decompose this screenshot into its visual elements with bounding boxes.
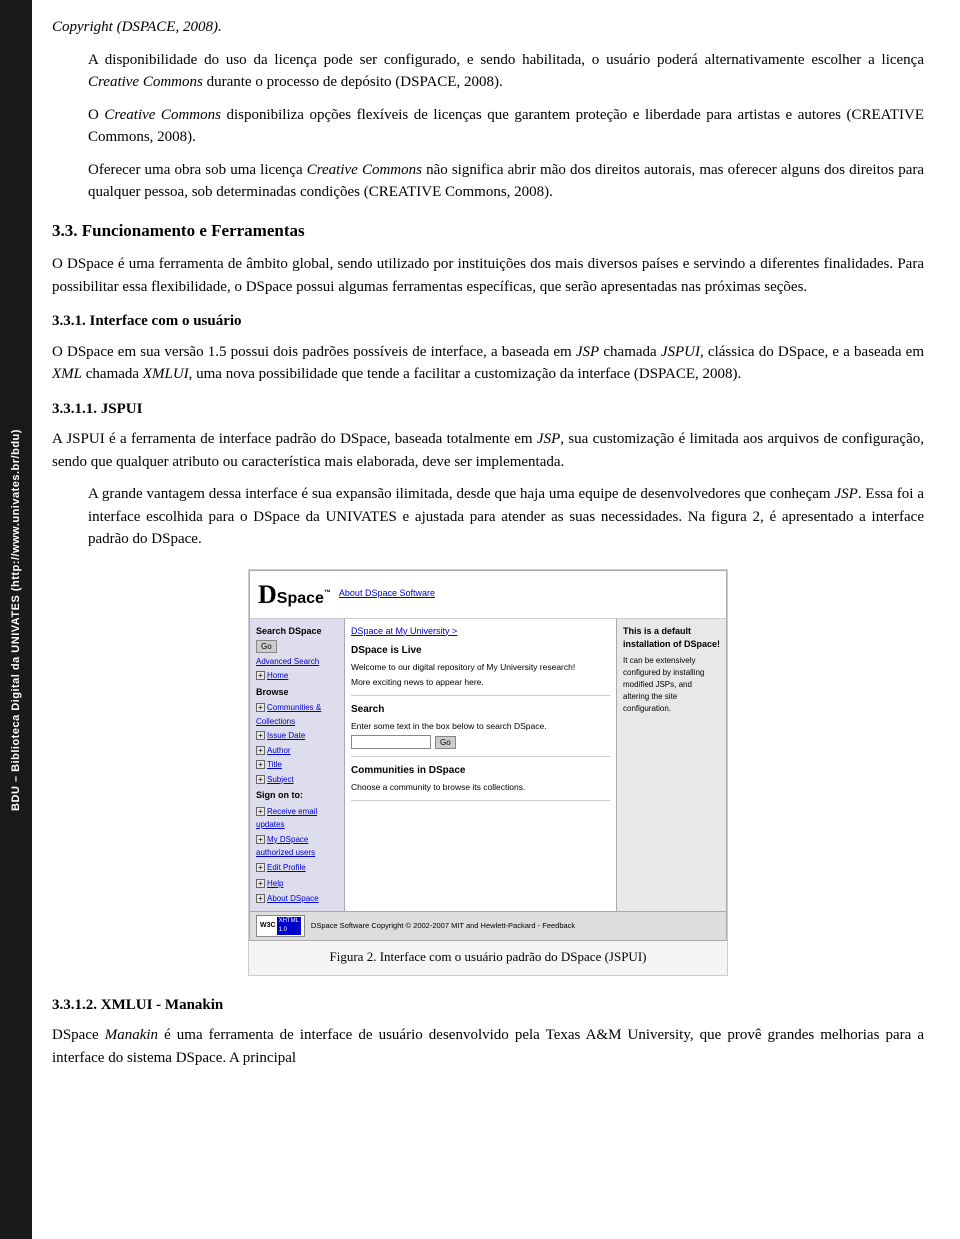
figure-2-container: DSpace™ About DSpace Software Search DSp… xyxy=(248,569,728,976)
issue-expand-icon[interactable]: + xyxy=(256,731,265,740)
subject-link[interactable]: Subject xyxy=(267,775,294,784)
dspace-left-sidebar: Search DSpace Go Advanced Search +Home B… xyxy=(250,619,345,912)
issue-link[interactable]: Issue Date xyxy=(267,731,305,740)
dspace-live-section: DSpace is Live Welcome to our digital re… xyxy=(351,643,610,696)
author-link[interactable]: Author xyxy=(267,746,291,755)
receive-link[interactable]: Receive email updates xyxy=(256,807,317,830)
subsection-paragraph-1: O DSpace em sua versão 1.5 possui dois p… xyxy=(52,341,924,386)
dspace-main-area: DSpace at My University > DSpace is Live… xyxy=(345,619,616,912)
sub3-heading: 3.3.1.2. XMLUI - Manakin xyxy=(52,994,924,1017)
dspace-live-title: DSpace is Live xyxy=(351,643,610,658)
about-expand-icon[interactable]: + xyxy=(256,894,265,903)
sidebar-strip: BDU – Biblioteca Digital da UNIVATES (ht… xyxy=(0,0,32,1239)
paragraph-2: O Creative Commons disponibiliza opções … xyxy=(88,104,924,149)
author-expand-icon[interactable]: + xyxy=(256,746,265,755)
dspace-ui-screenshot: DSpace™ About DSpace Software Search DSp… xyxy=(249,570,727,942)
search-input[interactable] xyxy=(351,735,431,749)
dspace-header: DSpace™ About DSpace Software xyxy=(250,571,726,619)
paragraph-1: A disponibilidade do uso da licença pode… xyxy=(88,49,924,94)
wsc-text: W3C xyxy=(260,921,276,932)
copyright-line: Copyright (DSPACE, 2008). xyxy=(52,16,924,39)
search-dspace-label: Search DSpace xyxy=(256,625,338,639)
sub2-heading: 3.3.1.1. JSPUI xyxy=(52,398,924,421)
section-heading: 3.3. Funcionamento e Ferramentas xyxy=(52,218,924,244)
home-expand-icon[interactable]: + xyxy=(256,671,265,680)
help-link[interactable]: Help xyxy=(267,879,283,888)
logo-tm: ™ xyxy=(324,589,331,596)
dspace-logo: DSpace™ xyxy=(258,575,331,614)
dspace-communities-section: Communities in DSpace Choose a community… xyxy=(351,763,610,801)
receive-expand-icon[interactable]: + xyxy=(256,807,265,816)
dspace-search-section: Search Enter some text in the box below … xyxy=(351,702,610,758)
communities-expand-icon[interactable]: + xyxy=(256,703,265,712)
sidebar-label: BDU – Biblioteca Digital da UNIVATES (ht… xyxy=(10,429,22,811)
sub3-paragraph-1: DSpace Manakin é uma ferramenta de inter… xyxy=(52,1024,924,1069)
communities-title: Communities in DSpace xyxy=(351,763,610,778)
section-paragraph-1: O DSpace é uma ferramenta de âmbito glob… xyxy=(52,253,924,298)
mydspace-expand-icon[interactable]: + xyxy=(256,835,265,844)
sub2-paragraph-1: A JSPUI é a ferramenta de interface padr… xyxy=(52,428,924,473)
search-go-main-button[interactable]: Go xyxy=(435,736,456,749)
search-go-button[interactable]: Go xyxy=(256,640,277,653)
right-description: It can be extensively configured by inst… xyxy=(623,655,720,715)
editprofile-expand-icon[interactable]: + xyxy=(256,863,265,872)
about-dspace-link[interactable]: About DSpace Software xyxy=(339,587,435,601)
help-expand-icon[interactable]: + xyxy=(256,879,265,888)
advanced-search-link[interactable]: Advanced Search xyxy=(256,656,338,668)
dspace-footer: W3C XHTML1.0 DSpace Software Copyright ©… xyxy=(250,911,726,940)
copyright-text: Copyright (DSPACE, 2008). xyxy=(52,19,222,35)
wsc-badge: W3C XHTML1.0 xyxy=(256,915,305,937)
browse-label: Browse xyxy=(256,686,338,700)
signon-label: Sign on to: xyxy=(256,789,338,803)
home-link[interactable]: Home xyxy=(267,671,288,680)
search-title: Search xyxy=(351,702,610,717)
dspace-body: Search DSpace Go Advanced Search +Home B… xyxy=(250,619,726,912)
search-box: Go xyxy=(351,735,610,749)
title-link[interactable]: Title xyxy=(267,760,282,769)
dspace-live-para2: More exciting news to appear here. xyxy=(351,676,610,689)
sub2-paragraph-2: A grande vantagem dessa interface é sua … xyxy=(88,483,924,551)
right-highlight: This is a default installation of DSpace… xyxy=(623,625,720,652)
paragraph-3: Oferecer uma obra sob uma licença Creati… xyxy=(88,159,924,204)
main-content: Copyright (DSPACE, 2008). A disponibilid… xyxy=(32,0,960,1239)
wsc-label: XHTML1.0 xyxy=(277,917,301,935)
communities-link[interactable]: Communities & Collections xyxy=(256,703,321,726)
figure-caption: Figura 2. Interface com o usuário padrão… xyxy=(249,941,727,975)
editprofile-link[interactable]: Edit Profile xyxy=(267,863,306,872)
about-dspace-sidebar-link[interactable]: About DSpace xyxy=(267,894,319,903)
subject-expand-icon[interactable]: + xyxy=(256,775,265,784)
logo-d: D xyxy=(258,580,277,609)
title-expand-icon[interactable]: + xyxy=(256,760,265,769)
logo-space: Space xyxy=(277,590,324,607)
communities-para: Choose a community to browse its collect… xyxy=(351,781,610,794)
dspace-right-panel: This is a default installation of DSpace… xyxy=(616,619,726,912)
footer-copyright: DSpace Software Copyright © 2002-2007 MI… xyxy=(311,920,575,931)
breadcrumb-link[interactable]: DSpace at My University > xyxy=(351,626,457,636)
subsection-heading: 3.3.1. Interface com o usuário xyxy=(52,310,924,333)
search-para: Enter some text in the box below to sear… xyxy=(351,720,610,733)
dspace-live-para1: Welcome to our digital repository of My … xyxy=(351,661,610,674)
